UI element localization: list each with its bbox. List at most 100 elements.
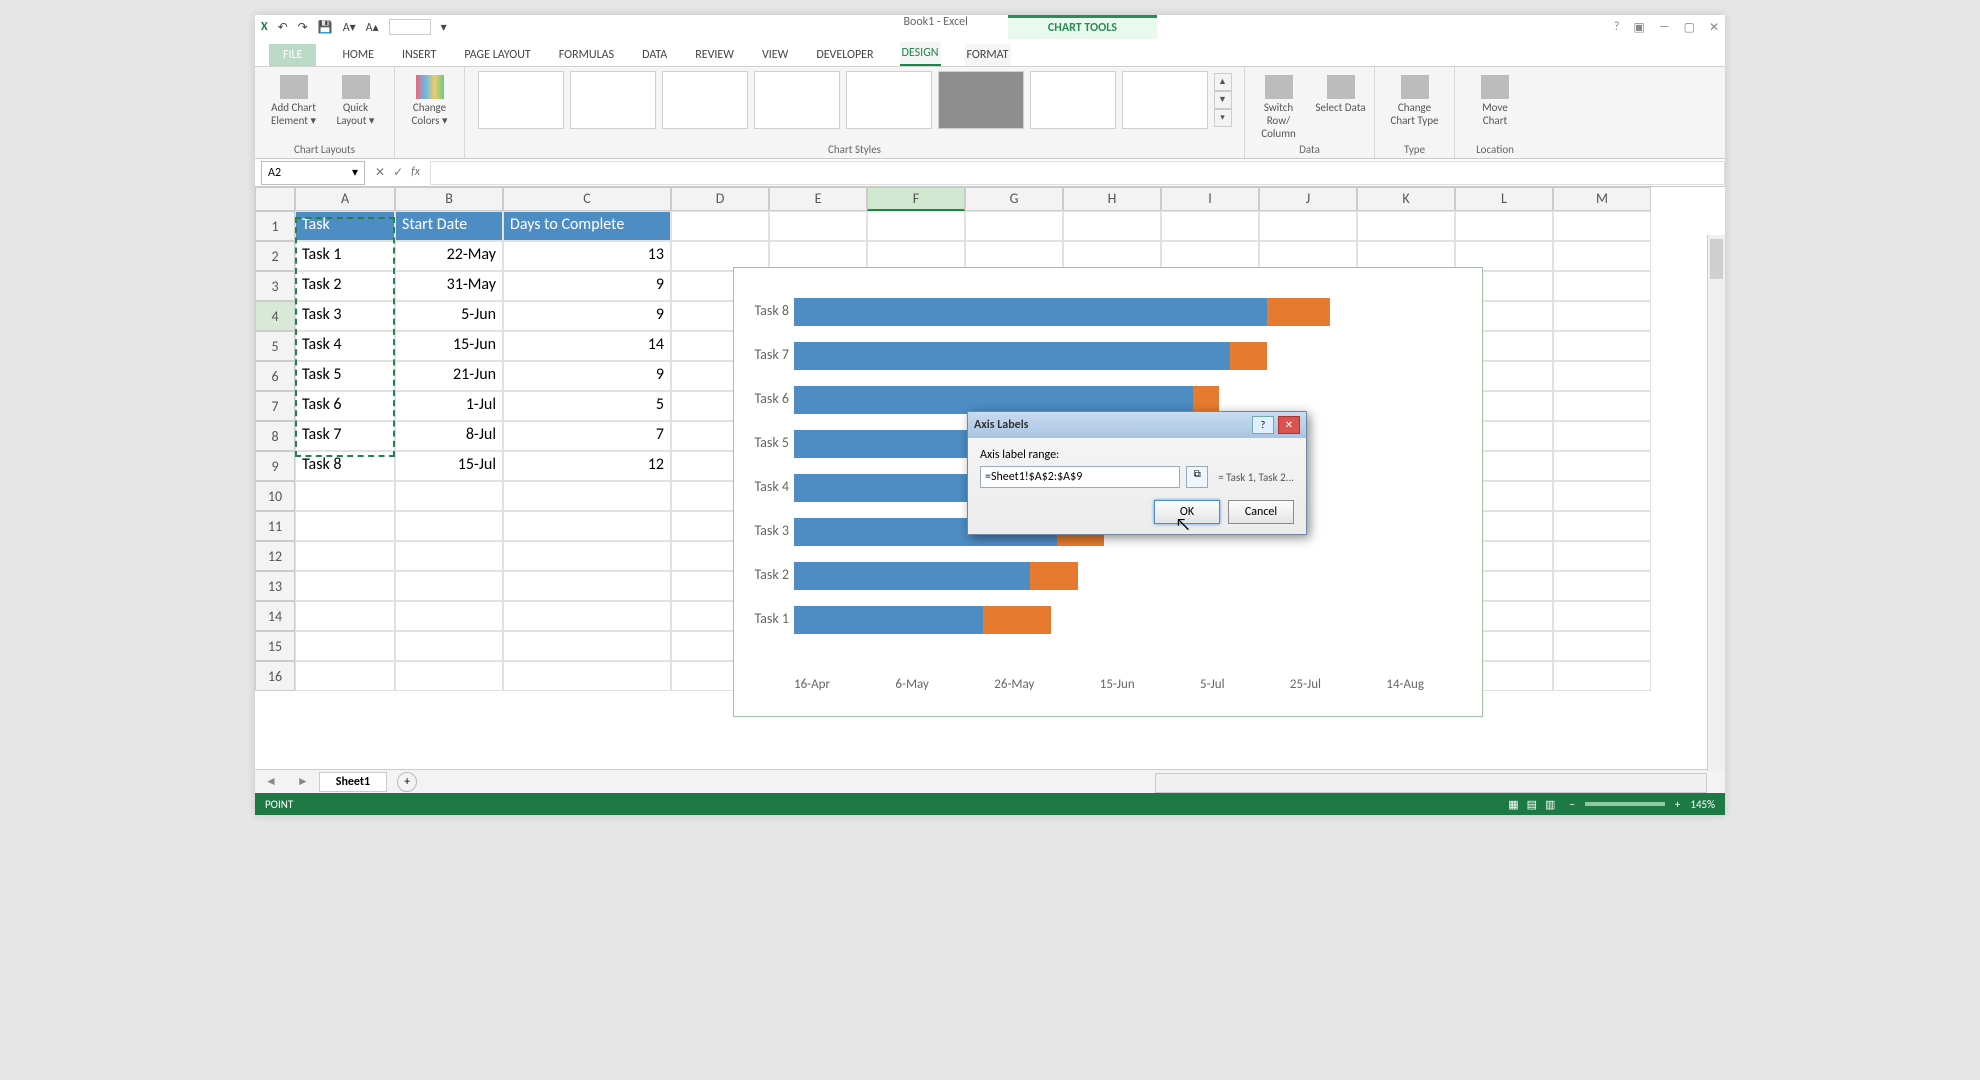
cancel-formula-icon[interactable]: ✕ bbox=[375, 165, 385, 180]
cell[interactable]: Task 5 bbox=[295, 361, 395, 391]
formula-input[interactable] bbox=[430, 161, 1725, 185]
cell[interactable] bbox=[295, 631, 395, 661]
row-header-12[interactable]: 12 bbox=[255, 541, 295, 571]
cell[interactable]: 9 bbox=[503, 271, 671, 301]
row-header-8[interactable]: 8 bbox=[255, 421, 295, 451]
cell[interactable] bbox=[1259, 211, 1357, 241]
cell[interactable]: Start Date bbox=[395, 211, 503, 241]
add-sheet-button[interactable]: + bbox=[397, 772, 417, 792]
font-dec-icon[interactable]: A▾ bbox=[343, 20, 356, 35]
tab-data[interactable]: DATA bbox=[640, 44, 669, 66]
tab-format[interactable]: FORMAT bbox=[965, 44, 1011, 66]
cell[interactable] bbox=[395, 481, 503, 511]
font-inc-icon[interactable]: A▴ bbox=[366, 20, 379, 35]
undo-icon[interactable]: ↶ bbox=[278, 20, 288, 35]
maximize-icon[interactable]: ▢ bbox=[1684, 20, 1695, 35]
cancel-button[interactable]: Cancel bbox=[1228, 500, 1294, 524]
cell[interactable] bbox=[503, 541, 671, 571]
cell[interactable]: 15-Jun bbox=[395, 331, 503, 361]
tab-insert[interactable]: INSERT bbox=[400, 44, 438, 66]
cell[interactable] bbox=[503, 631, 671, 661]
cell[interactable]: Task 6 bbox=[295, 391, 395, 421]
cell[interactable]: Task 7 bbox=[295, 421, 395, 451]
tab-view[interactable]: VIEW bbox=[760, 44, 790, 66]
column-header-K[interactable]: K bbox=[1357, 187, 1455, 211]
cell[interactable] bbox=[1161, 211, 1259, 241]
sheet-nav-prev-icon[interactable]: ◄ bbox=[255, 774, 287, 789]
cell[interactable]: 22-May bbox=[395, 241, 503, 271]
collapse-dialog-icon[interactable]: ⧉ bbox=[1186, 466, 1208, 488]
column-header-F[interactable]: F bbox=[867, 187, 965, 211]
zoom-in-icon[interactable]: + bbox=[1675, 798, 1680, 811]
cell[interactable] bbox=[867, 211, 965, 241]
cell[interactable]: 9 bbox=[503, 301, 671, 331]
view-buttons[interactable]: ▦▤▥ bbox=[1504, 798, 1559, 811]
cell[interactable] bbox=[1553, 511, 1651, 541]
chart-bar-duration[interactable] bbox=[1193, 386, 1219, 414]
row-header-14[interactable]: 14 bbox=[255, 601, 295, 631]
dialog-help-icon[interactable]: ? bbox=[1252, 416, 1274, 434]
cell[interactable] bbox=[671, 211, 769, 241]
cell[interactable] bbox=[1553, 541, 1651, 571]
chart-bar-start[interactable] bbox=[794, 342, 1230, 370]
enter-formula-icon[interactable]: ✓ bbox=[393, 165, 403, 180]
dialog-close-icon[interactable]: ✕ bbox=[1278, 416, 1300, 434]
row-header-1[interactable]: 1 bbox=[255, 211, 295, 241]
chart-style-8[interactable] bbox=[1122, 71, 1208, 129]
zoom-slider[interactable] bbox=[1585, 802, 1665, 806]
tab-home[interactable]: HOME bbox=[340, 44, 376, 66]
column-header-D[interactable]: D bbox=[671, 187, 769, 211]
column-header-B[interactable]: B bbox=[395, 187, 503, 211]
column-header-M[interactable]: M bbox=[1553, 187, 1651, 211]
cell[interactable] bbox=[503, 511, 671, 541]
cell[interactable]: 15-Jul bbox=[395, 451, 503, 481]
column-header-E[interactable]: E bbox=[769, 187, 867, 211]
chart-style-1[interactable] bbox=[478, 71, 564, 129]
column-header-C[interactable]: C bbox=[503, 187, 671, 211]
change-chart-type-button[interactable]: Change Chart Type bbox=[1389, 71, 1441, 127]
cell[interactable] bbox=[965, 211, 1063, 241]
cell[interactable]: 5 bbox=[503, 391, 671, 421]
cell[interactable] bbox=[503, 481, 671, 511]
cell[interactable] bbox=[1553, 601, 1651, 631]
row-header-4[interactable]: 4 bbox=[255, 301, 295, 331]
name-box[interactable]: A2▾ bbox=[261, 161, 365, 185]
cell[interactable] bbox=[503, 661, 671, 691]
cell[interactable] bbox=[1553, 361, 1651, 391]
move-chart-button[interactable]: Move Chart bbox=[1469, 71, 1521, 127]
cell[interactable] bbox=[395, 541, 503, 571]
cell[interactable] bbox=[295, 511, 395, 541]
cell[interactable] bbox=[395, 661, 503, 691]
ribbon-options-icon[interactable]: ▣ bbox=[1633, 20, 1644, 35]
cell[interactable]: 21-Jun bbox=[395, 361, 503, 391]
cell[interactable]: Task 8 bbox=[295, 451, 395, 481]
row-header-11[interactable]: 11 bbox=[255, 511, 295, 541]
cell[interactable] bbox=[1553, 211, 1651, 241]
cell[interactable] bbox=[395, 601, 503, 631]
cell[interactable] bbox=[769, 211, 867, 241]
cell[interactable] bbox=[1553, 481, 1651, 511]
tab-developer[interactable]: DEVELOPER bbox=[814, 44, 875, 66]
cell[interactable]: Task 2 bbox=[295, 271, 395, 301]
quick-layout-button[interactable]: Quick Layout ▾ bbox=[330, 71, 382, 127]
switch-row-column-button[interactable]: Switch Row/ Column bbox=[1253, 71, 1305, 140]
cell[interactable] bbox=[503, 571, 671, 601]
row-header-9[interactable]: 9 bbox=[255, 451, 295, 481]
row-header-16[interactable]: 16 bbox=[255, 661, 295, 691]
row-header-7[interactable]: 7 bbox=[255, 391, 295, 421]
ok-button[interactable]: OK bbox=[1154, 500, 1220, 524]
horizontal-scrollbar[interactable] bbox=[1155, 773, 1707, 793]
cell[interactable] bbox=[1455, 211, 1553, 241]
cell[interactable] bbox=[295, 661, 395, 691]
chart-bar-start[interactable] bbox=[794, 298, 1267, 326]
cell[interactable]: Task 4 bbox=[295, 331, 395, 361]
cell[interactable]: Task 1 bbox=[295, 241, 395, 271]
cell[interactable] bbox=[395, 511, 503, 541]
tab-formulas[interactable]: FORMULAS bbox=[557, 44, 616, 66]
tab-file[interactable]: FILE bbox=[269, 44, 316, 66]
qat-dropdown[interactable] bbox=[389, 19, 431, 35]
redo-icon[interactable]: ↷ bbox=[298, 20, 308, 35]
tab-design[interactable]: DESIGN bbox=[900, 42, 941, 66]
cell[interactable] bbox=[295, 541, 395, 571]
vertical-scrollbar[interactable] bbox=[1707, 235, 1725, 771]
